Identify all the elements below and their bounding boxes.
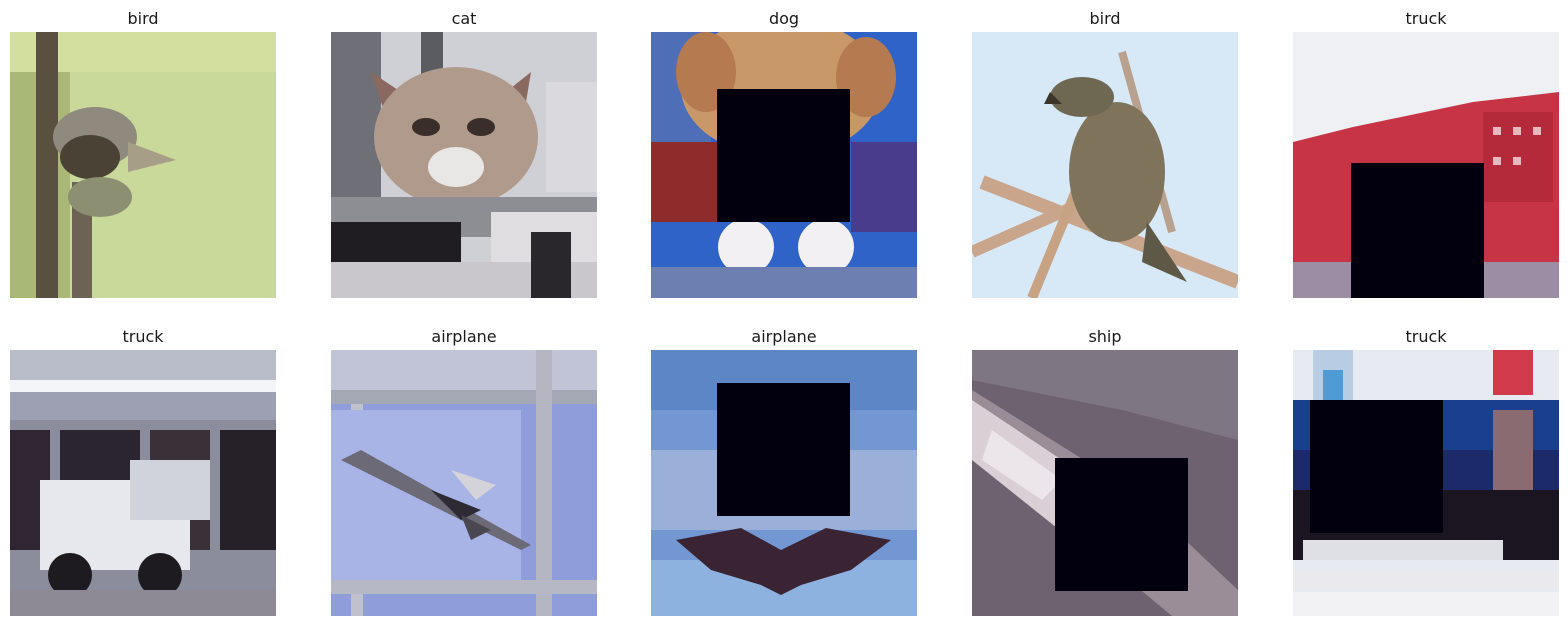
dog-image xyxy=(651,32,917,298)
panel-title: airplane xyxy=(431,327,497,346)
panel-title: dog xyxy=(768,9,800,28)
image-tile xyxy=(331,350,597,616)
image-tile xyxy=(331,32,597,298)
occlusion-mask xyxy=(1310,400,1443,533)
occlusion-mask xyxy=(717,89,850,222)
cat-image xyxy=(331,32,597,298)
panel-title: truck xyxy=(1405,327,1447,346)
ship-image xyxy=(972,350,1238,616)
truck-image xyxy=(1293,32,1559,298)
panel-title: bird xyxy=(1089,9,1121,28)
occlusion-mask xyxy=(1351,163,1484,298)
panel-title: truck xyxy=(122,327,164,346)
image-tile xyxy=(10,32,276,298)
panel-title: ship xyxy=(1088,327,1122,346)
occlusion-mask xyxy=(1055,458,1188,591)
airplane-image xyxy=(331,350,597,616)
image-tile xyxy=(651,350,917,616)
occlusion-mask xyxy=(717,383,850,516)
bird-image xyxy=(972,32,1238,298)
bird-image xyxy=(10,32,276,298)
airplane-image xyxy=(651,350,917,616)
panel-title: bird xyxy=(127,9,159,28)
image-tile xyxy=(1293,350,1559,616)
truck-image xyxy=(1293,350,1559,616)
image-tile xyxy=(1293,32,1559,298)
truck-image xyxy=(10,350,276,616)
image-tile xyxy=(10,350,276,616)
panel-title: airplane xyxy=(751,327,817,346)
image-tile xyxy=(972,32,1238,298)
image-tile xyxy=(972,350,1238,616)
panel-title: truck xyxy=(1405,9,1447,28)
panel-title: cat xyxy=(451,9,477,28)
image-tile xyxy=(651,32,917,298)
